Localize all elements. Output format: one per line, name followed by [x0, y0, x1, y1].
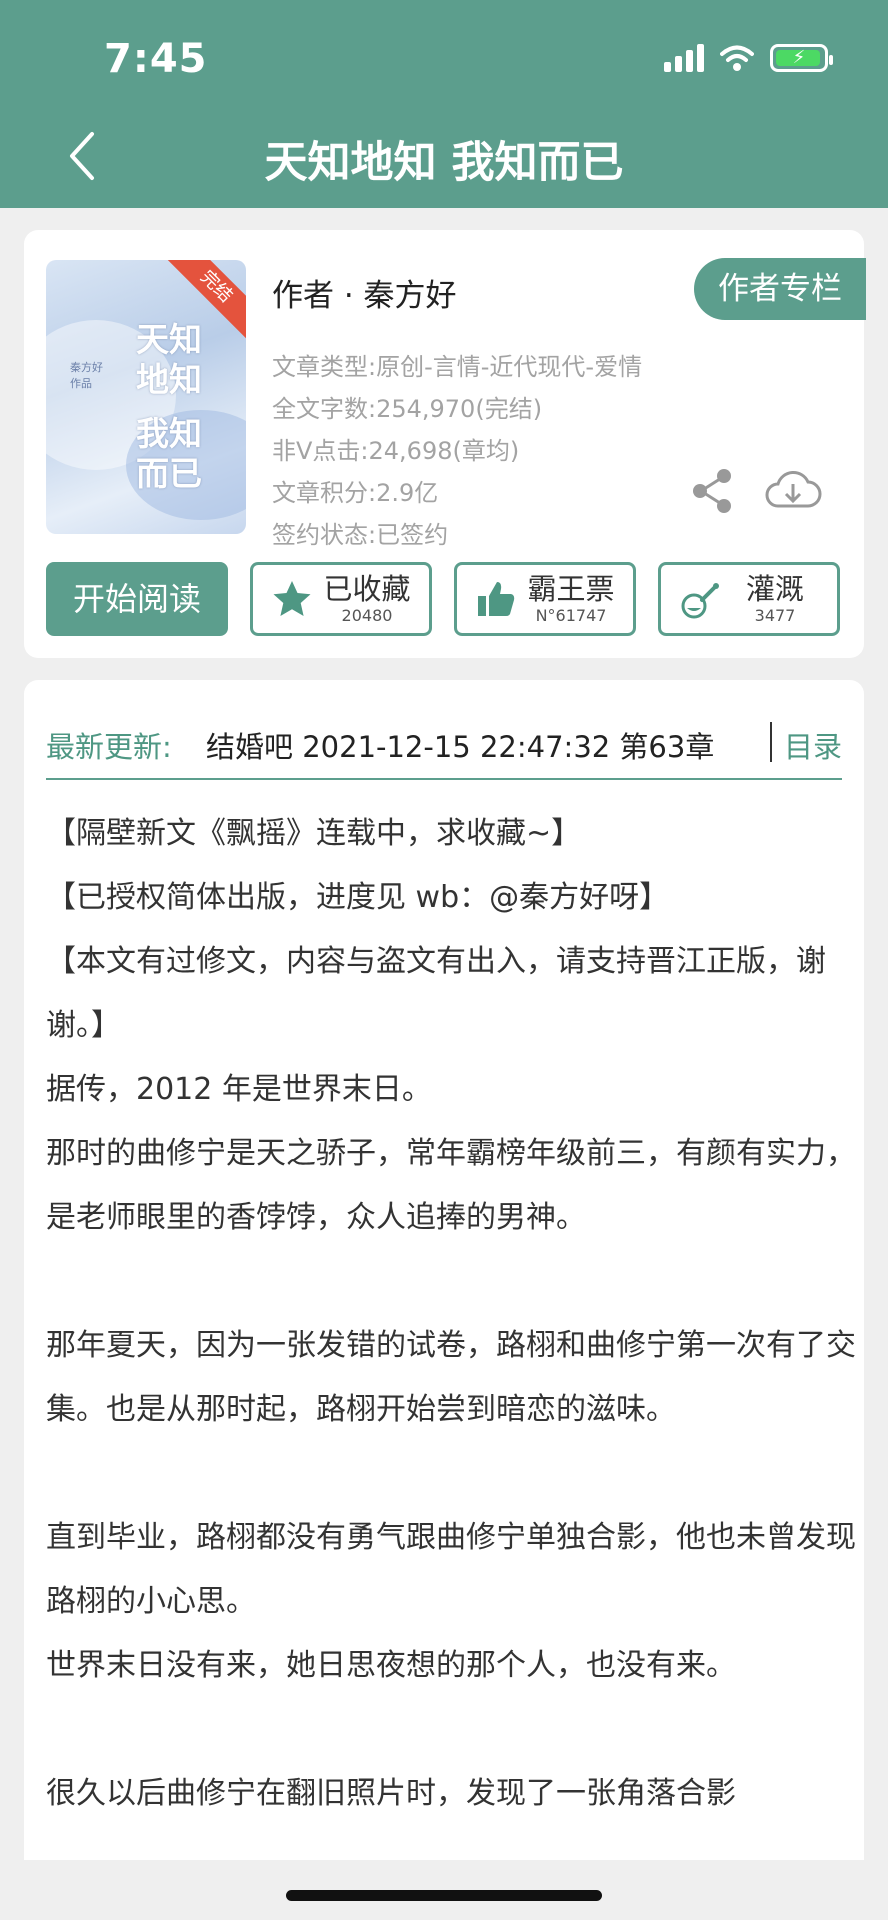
intro-paragraph: 那年夏天，因为一张发错的试卷，路栩和曲修宁第一次有了交集。也是从那时起，路栩开始… [46, 1328, 856, 1427]
intro-paragraph [46, 1250, 856, 1314]
intro-paragraph: 那时的曲修宁是天之骄子，常年霸榜年级前三，有颜有实力，是老师眼里的香饽饽，众人追… [46, 1136, 856, 1235]
intro-paragraph: 世界末日没有来，她日思夜想的那个人，也没有来。 [46, 1648, 736, 1683]
intro-paragraph: 很久以后曲修宁在翻旧照片时，发现了一张角落合影 [46, 1776, 736, 1811]
meta-contract: 签约状态:已签约 [272, 521, 449, 549]
action-bar: 开始阅读 已收藏 20480 霸王票 N°61747 灌溉 3477 [46, 562, 842, 636]
latest-update-text[interactable]: 结婚吧 2021-12-15 22:47:32 第63章 [206, 724, 724, 766]
cover-author: 秦方好作品 [70, 361, 103, 390]
book-info-card: 秦方好作品 天知 地知 我知 而已 完结 作者 · 秦方好 作者专栏 文章类型:… [24, 230, 866, 658]
cover-title: 天知 地知 我知 而已 [136, 320, 202, 493]
app-header: 7:45 ⚡ 天知地知 我知而已 [0, 0, 888, 208]
share-icon[interactable] [690, 468, 734, 514]
author-page-button[interactable]: 作者专栏 [694, 258, 866, 320]
meta-type: 文章类型:原创-言情-近代现代-爱情 [272, 353, 643, 381]
intro-paragraph: 【已授权简体出版，进度见 wb：@秦方好呀】 [46, 880, 670, 915]
meta-word-count: 全文字数:254,970(完结) [272, 395, 543, 423]
author-name[interactable]: 作者 · 秦方好 [272, 270, 457, 315]
star-icon [273, 581, 311, 616]
table-of-contents-link[interactable]: 目录 [784, 724, 842, 766]
home-indicator[interactable] [286, 1890, 602, 1901]
latest-update-row[interactable]: 最新更新: 结婚吧 2021-12-15 22:47:32 第63章 目录 [46, 702, 842, 780]
watering-can-icon [681, 583, 719, 619]
vote-button[interactable]: 霸王票 N°61747 [454, 562, 636, 636]
wifi-icon [720, 45, 754, 71]
page-title: 天知地知 我知而已 [264, 138, 624, 188]
signal-icon [664, 44, 704, 72]
intro-paragraph [46, 1442, 856, 1506]
meta-clicks: 非V点击:24,698(章均) [272, 437, 520, 465]
collect-button[interactable]: 已收藏 20480 [250, 562, 432, 636]
intro-paragraph: 【隔壁新文《飘摇》连载中，求收藏~】 [46, 816, 582, 851]
thumbs-up-icon [478, 582, 515, 616]
intro-paragraph: 【本文有过修文，内容与盗文有出入，请支持晋江正版，谢谢。】 [46, 944, 826, 1043]
book-cover[interactable]: 秦方好作品 天知 地知 我知 而已 完结 [46, 260, 246, 534]
intro-paragraph [46, 1698, 856, 1762]
battery-icon: ⚡ [770, 44, 833, 72]
intro-paragraph: 直到毕业，路栩都没有勇气跟曲修宁单独合影，他也未曾发现路栩的小心思。 [46, 1520, 856, 1619]
start-reading-button[interactable]: 开始阅读 [46, 562, 228, 636]
intro-panel: 最新更新: 结婚吧 2021-12-15 22:47:32 第63章 目录 【隔… [24, 680, 864, 1860]
latest-update-label: 最新更新: [46, 730, 172, 764]
status-time: 7:45 [104, 36, 208, 82]
book-intro: 【隔壁新文《飘摇》连载中，求收藏~】 【已授权简体出版，进度见 wb：@秦方好呀… [46, 802, 856, 1826]
divider [770, 722, 772, 762]
status-icons: ⚡ [664, 44, 833, 72]
book-meta: 文章类型:原创-言情-近代现代-爱情 全文字数:254,970(完结) 非V点击… [272, 346, 642, 556]
intro-paragraph: 据传，2012 年是世界末日。 [46, 1072, 432, 1107]
download-cloud-icon[interactable] [764, 466, 822, 514]
meta-score: 文章积分:2.9亿 [272, 479, 439, 507]
water-button[interactable]: 灌溉 3477 [658, 562, 840, 636]
